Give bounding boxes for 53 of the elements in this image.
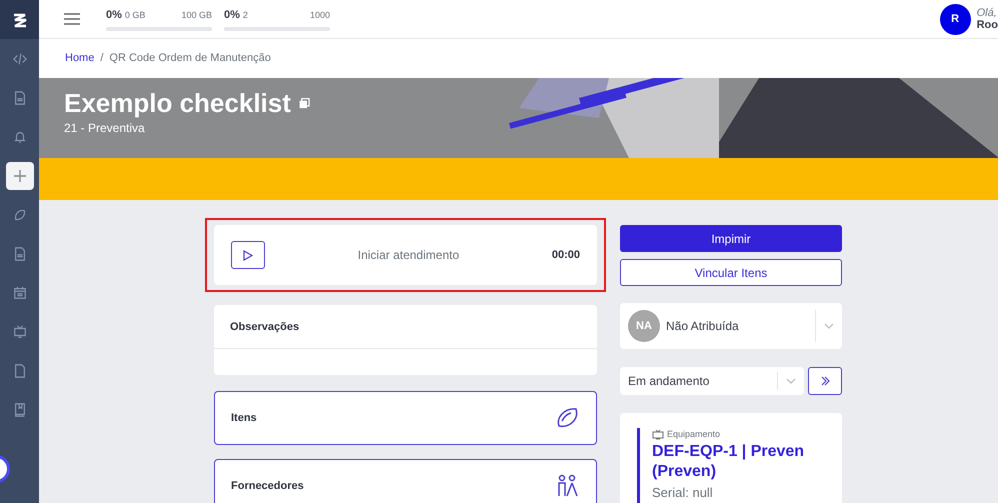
usage-percent: 0% [224,8,240,24]
section-title: Itens [231,410,257,426]
plus-icon [14,170,26,182]
file-icon[interactable] [12,364,26,378]
usage-limit: 100 GB [181,9,212,22]
action-button[interactable]: Impimir [620,225,842,252]
breadcrumb-link[interactable]: Home [65,50,94,67]
calendar-icon[interactable] [12,286,26,300]
document-icon[interactable] [12,246,26,260]
usage-limit: 1000 [310,9,330,22]
chevron-down-icon [824,323,834,329]
leaf-icon[interactable] [12,208,26,222]
usage-value: 2 [242,9,248,22]
section-card[interactable]: Fornecedores [214,459,597,503]
greeting: Olá, [976,6,998,19]
equipment-title[interactable]: DEF-EQP-1 | Preven (Preven) [652,442,826,484]
code-icon[interactable] [12,52,26,66]
usage-percent: 0% [106,8,122,24]
equipment-serial: Serial: null [652,484,714,502]
next-status-button[interactable] [808,367,842,395]
breadcrumb-current: QR Code Ordem de Manutenção [109,51,271,66]
play-button[interactable] [231,241,265,269]
assignee-value: Não Atribuída [666,318,740,335]
equipment-label: Equipamento [667,428,720,441]
section-card[interactable]: Itens [214,391,597,445]
book-icon[interactable] [12,402,26,416]
status-value: Em andamento [628,373,710,390]
document-icon[interactable] [12,90,26,104]
timer-value: 00:00 [552,248,580,263]
people-icon [556,474,580,498]
leaf-icon [556,406,580,430]
menu-icon[interactable] [64,13,80,25]
bell-icon[interactable] [12,130,26,144]
assignee-avatar: NA [628,310,660,342]
page-title: Exemplo checklist [64,88,291,120]
assignee-select[interactable]: NA Não Atribuída [620,303,842,349]
section-title: Fornecedores [231,478,304,494]
copy-icon[interactable] [298,98,310,110]
usage-value: 0 GB [124,9,146,22]
status-select[interactable]: Em andamento [620,367,804,395]
add-button[interactable] [6,162,34,190]
double-chevron-icon [820,376,830,386]
notes-title: Observações [230,321,300,333]
user-name: Roo [976,19,998,32]
chevron-down-icon [786,378,796,384]
user-avatar[interactable]: R [940,4,971,34]
play-icon [243,250,253,260]
action-button[interactable]: Vincular Itens [620,259,842,286]
tv-icon[interactable] [12,324,26,338]
tv-icon [652,429,664,440]
timer-label: Iniciar atendimento [356,247,460,264]
page-subtitle: 21 - Preventiva [64,120,146,138]
breadcrumb-separator: / [100,51,104,66]
